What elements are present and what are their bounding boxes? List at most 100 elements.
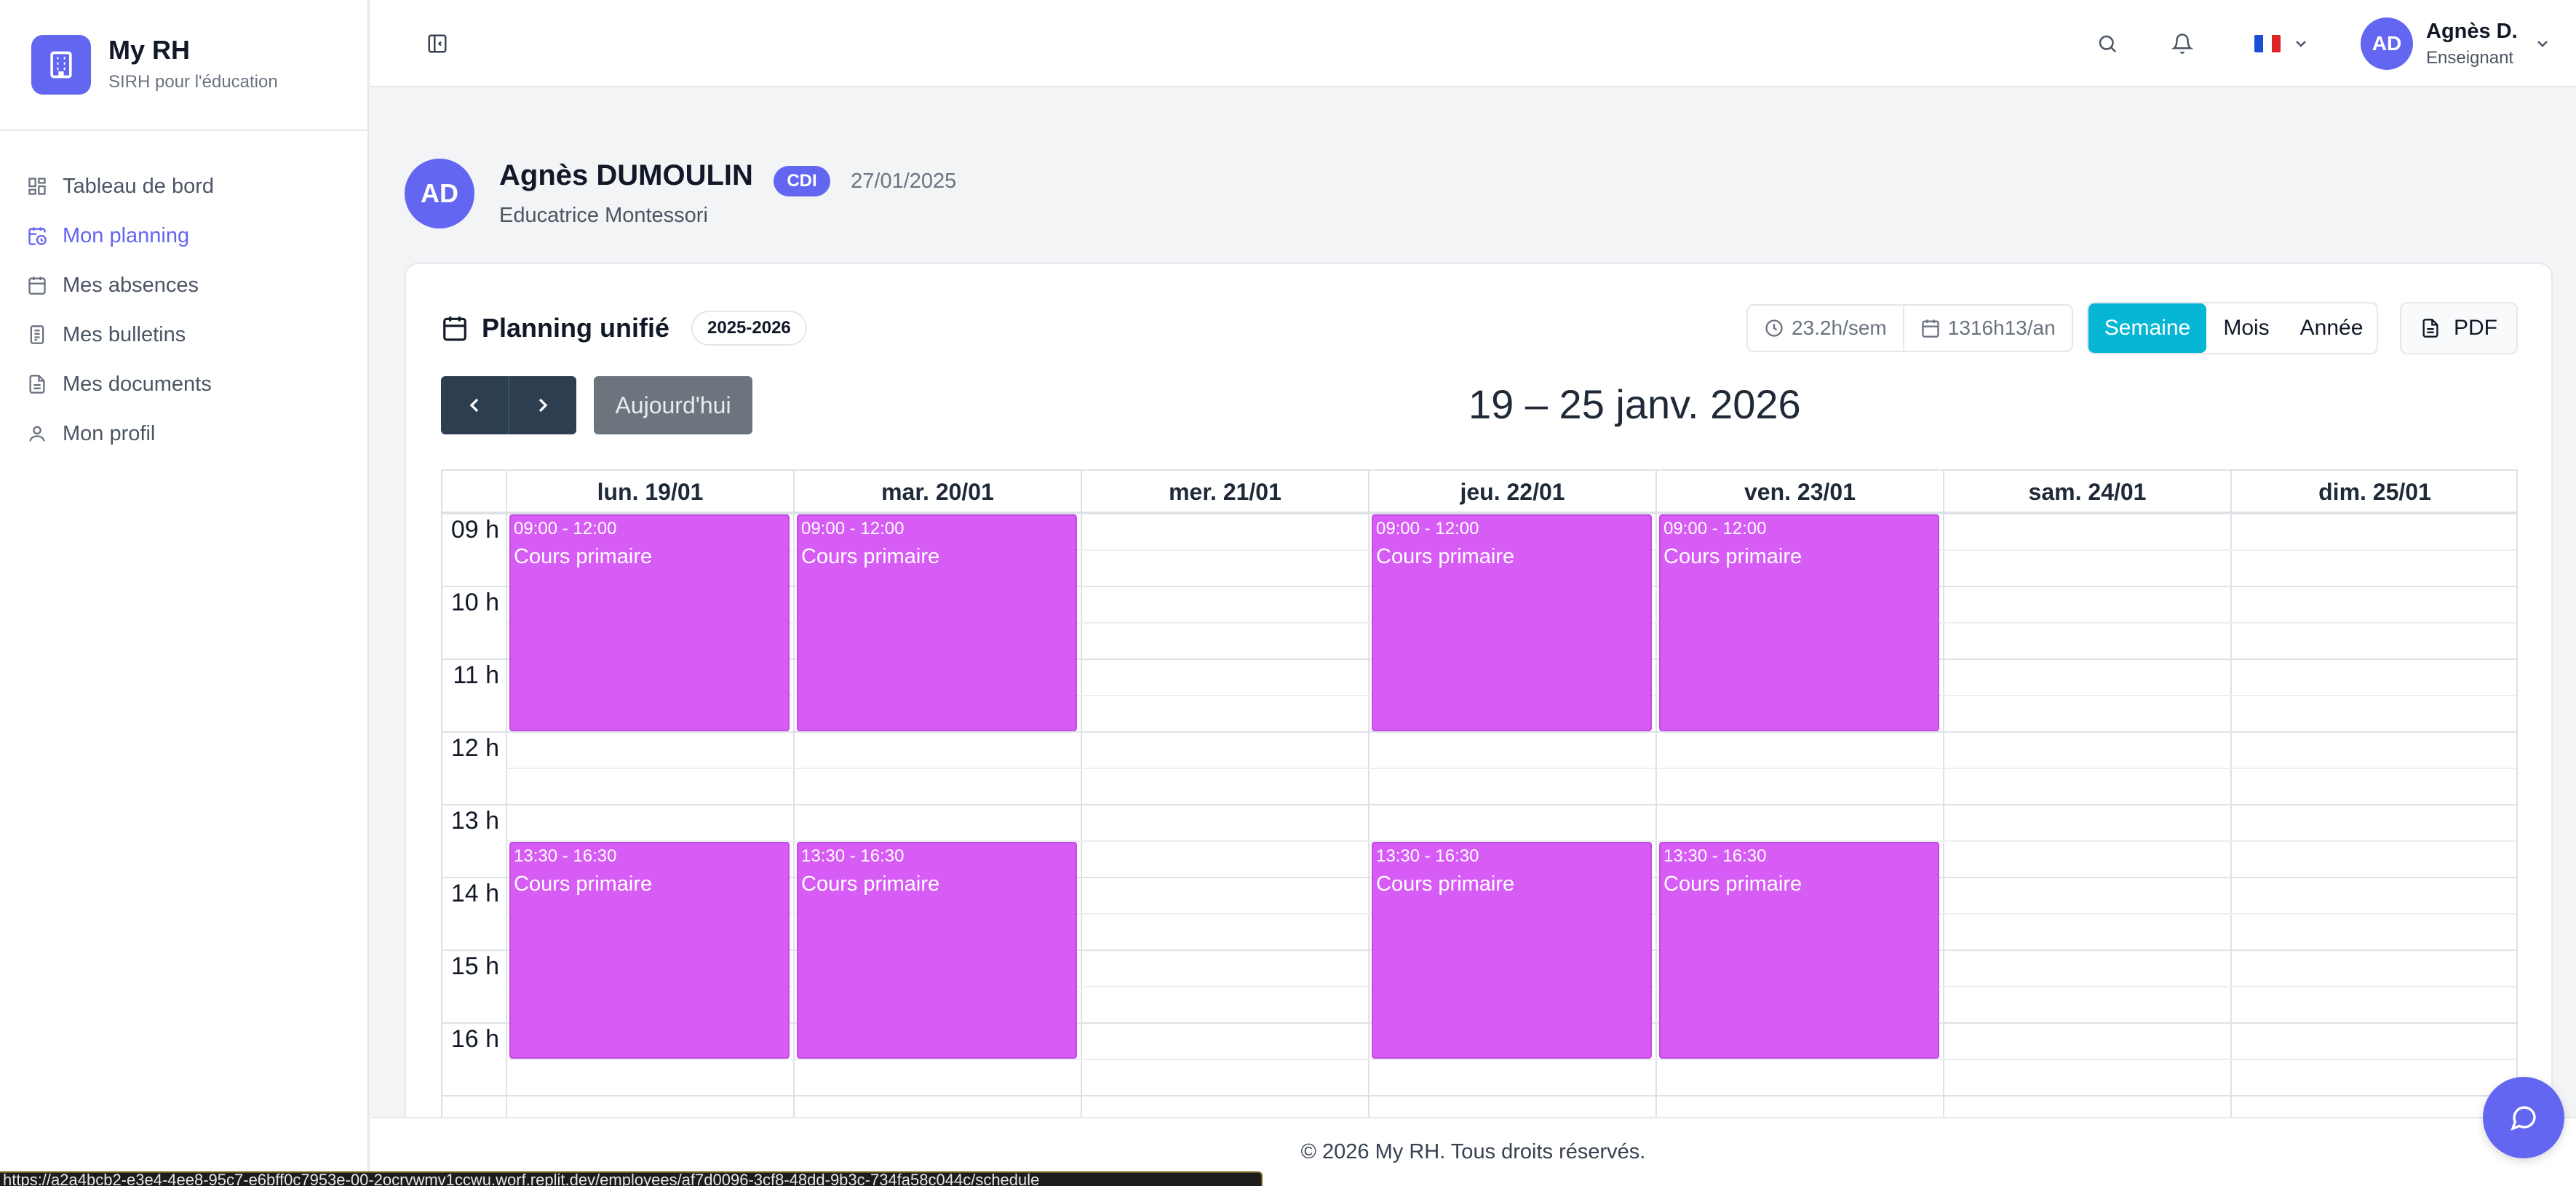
language-selector[interactable] [2249,28,2315,60]
sidebar-item-tableau-de-bord[interactable]: Tableau de bord [0,162,367,211]
document-icon [26,373,48,395]
chat-button[interactable] [2483,1077,2564,1158]
top-bar: AD Agnès D. Enseignant [370,0,2576,87]
calendar-column-divider [2230,471,2232,1186]
event-time: 13:30 - 16:30 [514,846,617,866]
status-bar-url: https://a2a4bcb2-e3e4-4ee8-95c7-e6bff0c7… [0,1171,1263,1186]
calendar-event[interactable]: 09:00 - 12:00 Cours primaire [1372,514,1652,731]
contract-badge: CDI [774,166,830,197]
employee-role: Educatrice Montessori [499,204,708,228]
calendar-event[interactable]: 09:00 - 12:00 Cours primaire [797,514,1077,731]
planning-header: Planning unifié 2025-2026 [441,311,807,346]
search-icon[interactable] [2091,28,2123,60]
calendar-column-divider [1655,471,1657,1186]
event-title: Cours primaire [1376,872,1515,896]
calendar-event[interactable]: 13:30 - 16:30 Cours primaire [1659,842,1939,1059]
user-role: Enseignant [2426,47,2514,68]
year-badge: 2025-2026 [691,311,807,346]
france-flag-icon [2254,35,2281,52]
sidebar-item-label: Tableau de bord [63,174,214,198]
view-week-button[interactable]: Semaine [2088,303,2206,353]
pdf-export-button[interactable]: PDF [2400,302,2518,354]
brand[interactable]: My RH SIRH pour l'éducation [0,0,367,131]
copyright-text: © 2026 My RH. Tous droits réservés. [1300,1140,1646,1163]
view-year-button[interactable]: Année [2286,303,2377,353]
hour-label: 16 h [450,1025,499,1053]
date-range-title: 19 – 25 janv. 2026 [1468,381,1801,427]
sidebar-item-mes-bulletins[interactable]: Mes bulletins [0,310,367,359]
user-icon [26,423,48,445]
user-menu[interactable]: AD Agnès D. Enseignant [2361,16,2576,71]
sidebar-item-label: Mes bulletins [63,322,186,346]
event-time: 09:00 - 12:00 [1376,519,1479,538]
day-header[interactable]: mar. 20/01 [794,471,1081,513]
hours-year-stat: 1316h13/an [1902,306,2072,351]
bell-icon[interactable] [2166,28,2198,60]
calendar-event[interactable]: 13:30 - 16:30 Cours primaire [797,842,1077,1059]
day-header[interactable]: ven. 23/01 [1656,471,1944,513]
building-icon [31,35,91,95]
payslip-icon [26,324,48,346]
hour-label: 14 h [450,880,499,907]
next-week-button[interactable] [508,376,576,434]
employee-profile-header: AD Agnès DUMOULIN CDI 27/01/2025 Educatr… [405,159,956,228]
employee-avatar: AD [405,159,474,228]
event-title: Cours primaire [1663,545,1802,568]
day-header[interactable]: lun. 19/01 [506,471,794,513]
sidebar-item-mes-absences[interactable]: Mes absences [0,260,367,310]
calendar-icon [441,314,469,342]
event-title: Cours primaire [1376,545,1515,568]
view-month-button[interactable]: Mois [2206,303,2286,353]
sidebar-toggle-icon[interactable] [421,28,453,60]
event-time: 09:00 - 12:00 [514,519,617,538]
calendar-event[interactable]: 13:30 - 16:30 Cours primaire [509,842,790,1059]
event-time: 13:30 - 16:30 [801,846,905,866]
calendar-event[interactable]: 09:00 - 12:00 Cours primaire [509,514,790,731]
calendar-column-divider [1368,471,1370,1186]
user-name: Agnès D. [2426,19,2518,43]
today-button[interactable]: Aujourd'hui [594,376,752,434]
day-header[interactable]: dim. 25/01 [2231,471,2516,513]
chevron-left-icon [463,394,486,417]
sidebar-item-label: Mon planning [63,223,190,247]
hour-line [442,804,2516,805]
hour-label: 11 h [453,661,499,689]
event-time: 13:30 - 16:30 [1663,846,1767,866]
sidebar-nav: Tableau de bord Mon planning Mes absence… [0,131,367,458]
day-header[interactable]: sam. 24/01 [1944,471,2231,513]
week-calendar: lun. 19/01 mar. 20/01 mer. 21/01 jeu. 22/01… [441,469,2518,1186]
day-header[interactable]: jeu. 22/01 [1369,471,1656,513]
calendar-event[interactable]: 09:00 - 12:00 Cours primaire [1659,514,1939,731]
event-title: Cours primaire [514,872,653,896]
event-title: Cours primaire [801,872,940,896]
hours-week-value: 23.2h/sem [1792,317,1887,339]
view-switcher: Semaine Mois Année [2087,302,2378,354]
calendar-event[interactable]: 13:30 - 16:30 Cours primaire [1372,842,1652,1059]
hours-year-value: 1316h13/an [1947,317,2056,339]
chevron-down-icon [2534,35,2551,52]
calendar-column-divider [1081,471,1082,1186]
hour-label: 10 h [450,589,499,616]
event-time: 09:00 - 12:00 [1663,519,1767,538]
sidebar-item-label: Mes documents [63,372,212,396]
chevron-down-icon [2292,35,2310,52]
event-time: 13:30 - 16:30 [1376,846,1479,866]
hours-week-stat: 23.2h/sem [1748,306,1903,351]
previous-week-button[interactable] [441,376,508,434]
week-navigation [441,376,576,434]
pdf-label: PDF [2454,316,2497,340]
hour-line [442,1095,2516,1097]
hours-summary: 23.2h/sem 1316h13/an [1746,304,2073,352]
sidebar-item-mes-documents[interactable]: Mes documents [0,359,367,409]
event-title: Cours primaire [514,545,653,568]
hour-label: 15 h [450,952,499,980]
sidebar-item-mon-planning[interactable]: Mon planning [0,211,367,260]
event-time: 09:00 - 12:00 [801,519,905,538]
calendar-column-divider [1943,471,1944,1186]
brand-name: My RH [108,35,191,65]
day-header[interactable]: mer. 21/01 [1081,471,1369,513]
sidebar-item-mon-profil[interactable]: Mon profil [0,409,367,458]
sidebar-item-label: Mon profil [63,421,156,445]
calendar-column-divider [793,471,795,1186]
calendar-icon [1920,318,1948,338]
